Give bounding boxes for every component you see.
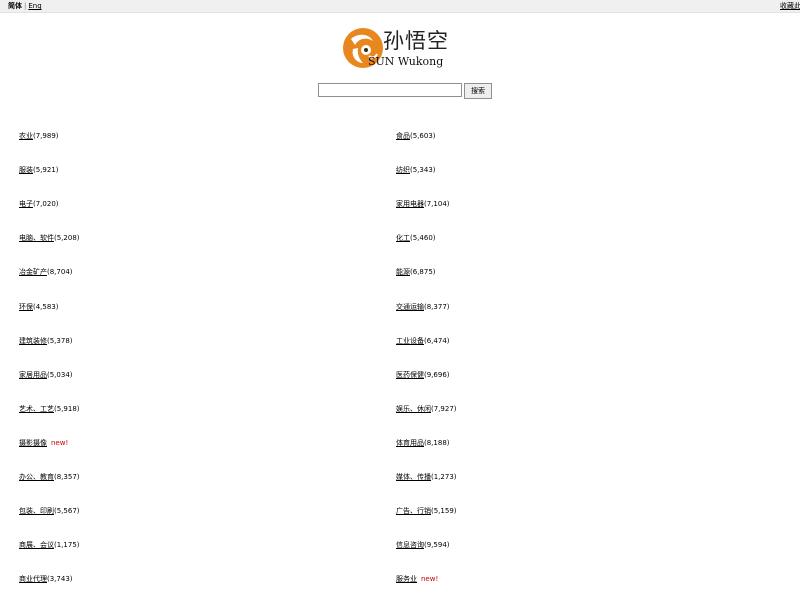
category-link[interactable]: 食品 <box>396 132 410 140</box>
category-count: (8,377) <box>424 303 450 311</box>
category-item: 家居用品(5,034) <box>19 369 73 381</box>
category-link[interactable]: 办公、教育 <box>19 473 54 481</box>
category-count: (1,175) <box>54 541 80 549</box>
category-item: 包装、印刷(5,567) <box>19 505 80 517</box>
category-item: 服务业 new! <box>396 573 438 585</box>
category-count: (8,357) <box>54 473 80 481</box>
category-item: 电脑、软件(5,208) <box>19 232 80 244</box>
category-count: (8,188) <box>424 439 450 447</box>
category-count: (1,273) <box>431 473 457 481</box>
category-link[interactable]: 冶金矿产 <box>19 268 47 276</box>
category-link[interactable]: 能源 <box>396 268 410 276</box>
category-item: 艺术、工艺(5,918) <box>19 403 80 415</box>
category-count: (5,921) <box>33 166 59 174</box>
category-item: 媒体、传播(1,273) <box>396 471 457 483</box>
category-link[interactable]: 服务业 <box>396 575 417 583</box>
category-count: (6,474) <box>424 337 450 345</box>
category-count: (5,208) <box>54 234 80 242</box>
category-link[interactable]: 商业代理 <box>19 575 47 583</box>
category-count: (5,378) <box>47 337 73 345</box>
category-link[interactable]: 纺织 <box>396 166 410 174</box>
category-count: (7,927) <box>431 405 457 413</box>
category-link[interactable]: 媒体、传播 <box>396 473 431 481</box>
category-item: 工业设备(6,474) <box>396 335 450 347</box>
category-item: 娱乐、休闲(7,927) <box>396 403 457 415</box>
category-count: (9,696) <box>424 371 450 379</box>
category-count: (7,989) <box>33 132 59 140</box>
new-badge: new! <box>51 439 69 447</box>
category-link[interactable]: 服装 <box>19 166 33 174</box>
category-item: 信息咨询(9,594) <box>396 539 450 551</box>
category-count: (5,918) <box>54 405 80 413</box>
category-count: (5,034) <box>47 371 73 379</box>
new-badge: new! <box>421 575 439 583</box>
category-count: (7,104) <box>424 200 450 208</box>
category-count: (5,567) <box>54 507 80 515</box>
category-link[interactable]: 家居用品 <box>19 371 47 379</box>
category-link[interactable]: 建筑装修 <box>19 337 47 345</box>
category-link[interactable]: 艺术、工艺 <box>19 405 54 413</box>
category-list: 农业(7,989) 服装(5,921) 电子(7,020) 电脑、软件(5,208) 冶… <box>0 0 800 600</box>
category-link[interactable]: 工业设备 <box>396 337 424 345</box>
category-link[interactable]: 摄影摄像 <box>19 439 47 447</box>
category-item: 体育用品(8,188) <box>396 437 450 449</box>
category-count: (3,743) <box>47 575 73 583</box>
category-count: (5,159) <box>431 507 457 515</box>
category-item: 电子(7,020) <box>19 198 59 210</box>
category-count: (5,460) <box>410 234 436 242</box>
category-count: (7,020) <box>33 200 59 208</box>
category-link[interactable]: 广告、行销 <box>396 507 431 515</box>
category-item: 家用电器(7,104) <box>396 198 450 210</box>
category-item: 商业代理(3,743) <box>19 573 73 585</box>
category-link[interactable]: 环保 <box>19 303 33 311</box>
category-item: 建筑装修(5,378) <box>19 335 73 347</box>
category-link[interactable]: 化工 <box>396 234 410 242</box>
category-item: 冶金矿产(8,704) <box>19 266 73 278</box>
category-count: (6,875) <box>410 268 436 276</box>
category-item: 纺织(5,343) <box>396 164 436 176</box>
category-count: (9,594) <box>424 541 450 549</box>
category-link[interactable]: 农业 <box>19 132 33 140</box>
category-item: 广告、行销(5,159) <box>396 505 457 517</box>
category-item: 农业(7,989) <box>19 130 59 142</box>
category-link[interactable]: 家用电器 <box>396 200 424 208</box>
category-item: 环保(4,583) <box>19 301 59 313</box>
category-count: (5,343) <box>410 166 436 174</box>
category-item: 服装(5,921) <box>19 164 59 176</box>
category-item: 化工(5,460) <box>396 232 436 244</box>
category-count: (4,583) <box>33 303 59 311</box>
category-link[interactable]: 体育用品 <box>396 439 424 447</box>
category-item: 医药保健(9,696) <box>396 369 450 381</box>
category-link[interactable]: 医药保健 <box>396 371 424 379</box>
category-link[interactable]: 信息咨询 <box>396 541 424 549</box>
category-item: 能源(6,875) <box>396 266 436 278</box>
category-count: (5,603) <box>410 132 436 140</box>
category-link[interactable]: 商展、会议 <box>19 541 54 549</box>
category-link[interactable]: 交通运输 <box>396 303 424 311</box>
category-link[interactable]: 娱乐、休闲 <box>396 405 431 413</box>
category-link[interactable]: 电脑、软件 <box>19 234 54 242</box>
category-link[interactable]: 包装、印刷 <box>19 507 54 515</box>
category-item: 交通运输(8,377) <box>396 301 450 313</box>
category-link[interactable]: 电子 <box>19 200 33 208</box>
category-count: (8,704) <box>47 268 73 276</box>
category-item: 办公、教育(8,357) <box>19 471 80 483</box>
category-item: 食品(5,603) <box>396 130 436 142</box>
category-item: 商展、会议(1,175) <box>19 539 80 551</box>
category-item: 摄影摄像 new! <box>19 437 68 449</box>
